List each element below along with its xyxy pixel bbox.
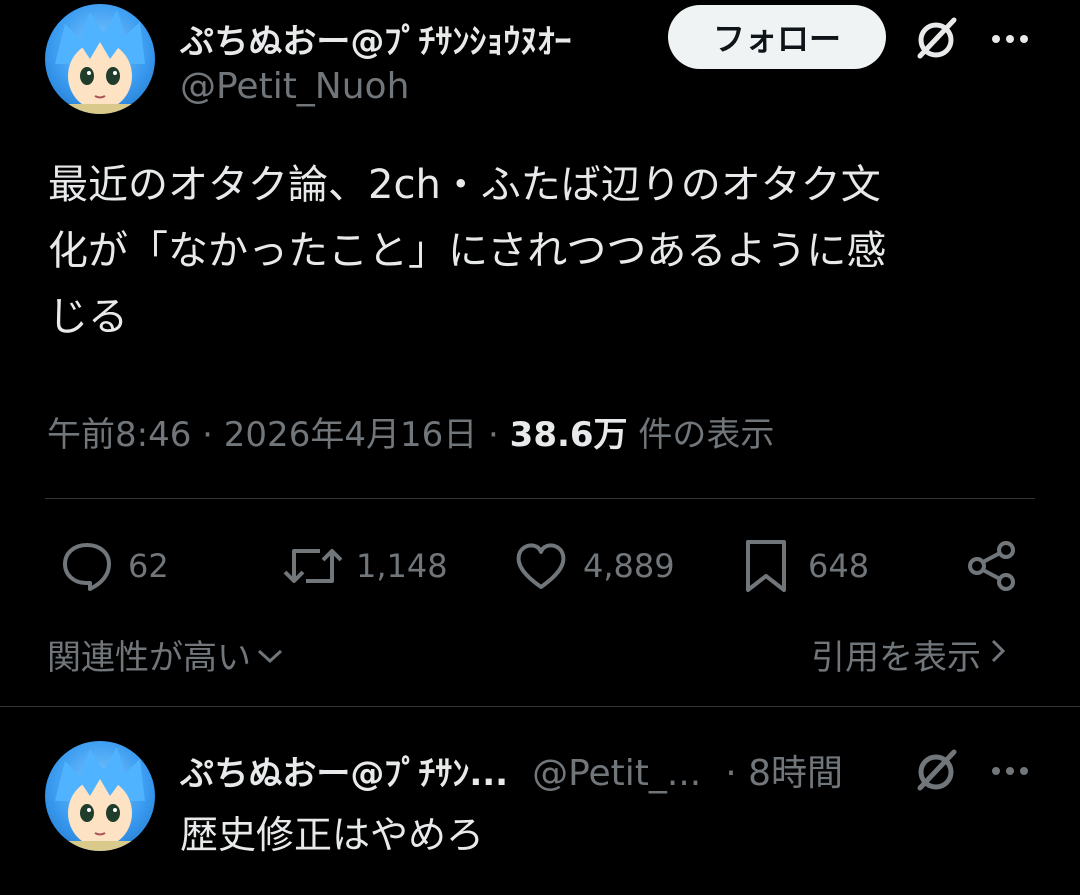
retweet-button[interactable]: 1,148	[282, 538, 448, 594]
reply-icon	[60, 539, 114, 593]
bookmark-count: 648	[808, 547, 870, 585]
follow-button[interactable]: フォロー	[668, 5, 886, 69]
author-display-name[interactable]: ぷちぬおー@ﾌﾟﾁｻﾝｼｮｳﾇｵｰ	[180, 14, 571, 63]
bookmark-icon	[742, 538, 790, 594]
tweet-text: 最近のオタク論、2ch・ふたば辺りのオタク文 化が「なかったこと」にされつつある…	[48, 152, 1048, 350]
view-quotes-label: 引用を表示	[811, 638, 981, 678]
tweet-text-line: じる	[48, 294, 128, 340]
reply-handle[interactable]: @Petit_...	[532, 753, 701, 794]
like-count: 4,889	[583, 547, 675, 585]
views-count: 38.6万	[509, 415, 628, 455]
grok-icon[interactable]	[912, 746, 960, 798]
chevron-right-icon	[989, 635, 1007, 675]
divider	[0, 706, 1080, 707]
author-handle[interactable]: @Petit_Nuoh	[180, 66, 409, 107]
reply-count: 62	[128, 547, 169, 585]
meta-separator: ·	[202, 415, 213, 455]
sort-dropdown[interactable]: 関連性が高い	[47, 630, 285, 679]
divider	[45, 498, 1035, 499]
bookmark-button[interactable]: 648	[742, 538, 869, 594]
more-icon[interactable]	[990, 762, 1030, 781]
tweet-text-line: 化が「なかったこと」にされつつあるように感	[48, 228, 887, 274]
meta-separator: ·	[488, 415, 499, 455]
views-label: 件の表示	[638, 415, 775, 455]
reply-display-name[interactable]: ぷちぬおー@ﾌﾟﾁｻﾝ...	[180, 746, 508, 795]
tweet-text-line: 最近のオタク論、2ch・ふたば辺りのオタク文	[48, 162, 881, 208]
view-quotes-link[interactable]: 引用を表示	[811, 630, 1007, 679]
reply-time[interactable]: · 8時間	[725, 744, 843, 796]
tweet-date[interactable]: 2026年4月16日	[224, 415, 477, 455]
reply-text: 歴史修正はやめろ	[180, 813, 485, 857]
retweet-count: 1,148	[356, 547, 448, 585]
more-icon[interactable]	[990, 30, 1030, 49]
reply-header: ぷちぬおー@ﾌﾟﾁｻﾝ... @Petit_... · 8時間	[180, 744, 843, 796]
author-avatar[interactable]	[45, 4, 155, 114]
retweet-icon	[282, 539, 344, 593]
sort-label: 関連性が高い	[47, 638, 251, 678]
grok-icon[interactable]	[912, 14, 960, 66]
share-icon[interactable]	[966, 540, 1018, 596]
reply-author-avatar[interactable]	[45, 741, 155, 851]
reply-button[interactable]: 62	[60, 538, 169, 594]
like-icon	[513, 539, 569, 593]
like-button[interactable]: 4,889	[513, 538, 675, 594]
tweet-time[interactable]: 午前8:46	[47, 415, 191, 455]
chevron-down-icon	[255, 635, 285, 675]
tweet-meta: 午前8:46 · 2026年4月16日 · 38.6万 件の表示	[47, 407, 774, 456]
